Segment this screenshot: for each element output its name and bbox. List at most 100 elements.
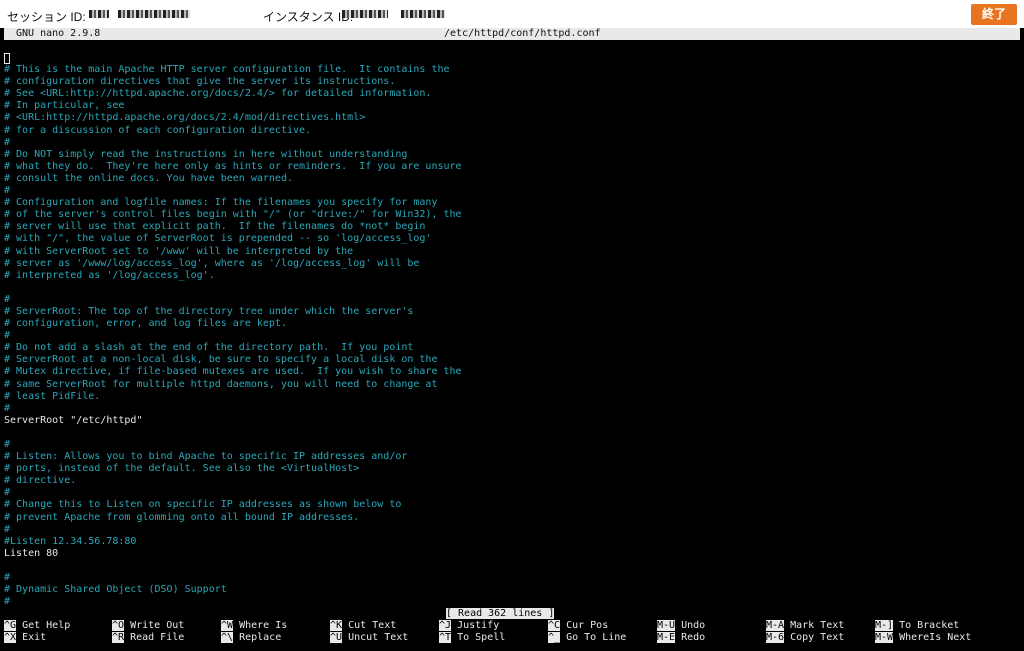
code-line: # same ServerRoot for multiple httpd dae… [4, 378, 438, 390]
code-line: # with "/", the value of ServerRoot is p… [4, 233, 432, 245]
shortcut-key: ^U [330, 632, 343, 643]
shortcut-key: ^T [439, 632, 452, 643]
shortcut-key: M-6 [766, 632, 785, 643]
editor-buffer[interactable]: # This is the main Apache HTTP server co… [4, 52, 462, 608]
shortcut-to-spell: ^T To Spell [439, 632, 505, 644]
shortcut-copy-text: M-6 Copy Text [766, 632, 844, 644]
status-message: [ Read 362 lines ] [446, 608, 555, 619]
shortcut-key: ^\ [221, 632, 234, 643]
shortcut-redo: M-E Redo [657, 632, 705, 644]
code-line: # [4, 293, 11, 305]
code-line: # configuration, error, and log files ar… [4, 318, 287, 330]
code-line: # Configuration and logfile names: If th… [4, 197, 438, 209]
shortcut-label: Replace [233, 632, 282, 643]
shortcut-key: ^C [548, 620, 561, 631]
shortcut-cut-text: ^K Cut Text [330, 620, 396, 632]
code-line: # [4, 402, 11, 414]
code-line: # ServerRoot at a non-local disk, be sur… [4, 354, 438, 366]
shortcut-key: ^K [330, 620, 343, 631]
shortcut-label: Justify [451, 620, 500, 631]
code-line: ServerRoot "/etc/httpd" [4, 414, 143, 426]
code-line: # <URL:http://httpd.apache.org/docs/2.4/… [4, 112, 366, 124]
shortcut-label: Uncut Text [342, 632, 409, 643]
shortcut-cur-pos: ^C Cur Pos [548, 620, 608, 632]
code-line: # with ServerRoot set to '/www' will be … [4, 245, 354, 257]
shortcut-label: Cut Text [342, 620, 397, 631]
code-line: # Listen: Allows you to bind Apache to s… [4, 451, 408, 463]
code-line: # This is the main Apache HTTP server co… [4, 64, 450, 76]
shortcut-whereis-next: M-W WhereIs Next [875, 632, 971, 644]
code-line: # Do NOT simply read the instructions in… [4, 148, 408, 160]
shortcut-justify: ^J Justify [439, 620, 499, 632]
shortcut-label: Undo [675, 620, 706, 631]
end-session-button[interactable]: 終了 [971, 4, 1017, 25]
shortcut-key: ^O [112, 620, 125, 631]
code-line: #Listen 12.34.56.78:80 [4, 535, 137, 547]
shortcut-key: ^W [221, 620, 234, 631]
code-line: # interpreted as '/log/access_log'. [4, 269, 215, 281]
shortcut-label: Get Help [16, 620, 71, 631]
shortcut-label: Go To Line [560, 632, 627, 643]
shortcut-mark-text: M-A Mark Text [766, 620, 844, 632]
shortcut-to-bracket: M-] To Bracket [875, 620, 959, 632]
shortcut-label: To Spell [451, 632, 506, 643]
code-line: # of the server's control files begin wi… [4, 209, 462, 221]
shortcut-key: ^_ [548, 632, 561, 643]
code-line: # what they do. They're here only as hin… [4, 160, 462, 172]
shortcut-label: Copy Text [784, 632, 845, 643]
shortcut-label: Read File [124, 632, 185, 643]
code-line: # for a discussion of each configuration… [4, 124, 312, 136]
shortcut-undo: M-U Undo [657, 620, 705, 632]
code-line: # directive. [4, 475, 77, 487]
shortcut-label: WhereIs Next [893, 632, 972, 643]
code-line: # [4, 185, 11, 197]
shortcut-label: To Bracket [893, 620, 960, 631]
shortcut-label: Mark Text [784, 620, 845, 631]
code-line: # ports, instead of the default. See als… [4, 463, 360, 475]
code-line: # Do not add a slash at the end of the d… [4, 342, 414, 354]
code-line: # consult the online docs. You have been… [4, 172, 293, 184]
shortcut-label: Write Out [124, 620, 185, 631]
shortcut-key: M-W [875, 632, 894, 643]
nano-title-bar: GNU nano 2.9.8 /etc/httpd/conf/httpd.con… [4, 28, 1020, 40]
shortcut-key: M-A [766, 620, 785, 631]
shortcut-key: ^X [4, 632, 17, 643]
code-line: # [4, 572, 11, 584]
code-line: # Dynamic Shared Object (DSO) Support [4, 584, 227, 596]
session-id-value-redacted [118, 10, 190, 18]
shortcut-key: ^J [439, 620, 452, 631]
shortcut-label: Cur Pos [560, 620, 609, 631]
instance-id-value-redacted [401, 10, 445, 18]
shortcut-label: Where Is [233, 620, 288, 631]
code-line: # [4, 487, 11, 499]
code-line: # See <URL:http://httpd.apache.org/docs/… [4, 88, 432, 100]
code-line: # server as '/www/log/access_log', where… [4, 257, 420, 269]
code-line: # [4, 523, 11, 535]
code-line: # [4, 330, 11, 342]
code-line: # In particular, see [4, 100, 125, 112]
code-line: # [4, 439, 11, 450]
file-path: /etc/httpd/conf/httpd.conf [444, 28, 601, 39]
shortcut-replace: ^\ Replace [221, 632, 281, 644]
shortcut-write-out: ^O Write Out [112, 620, 184, 632]
instance-id-label: インスタンス ID: [263, 10, 354, 24]
session-id-value-redacted [89, 10, 109, 18]
shortcut-key: ^R [112, 632, 125, 643]
code-line: # ServerRoot: The top of the directory t… [4, 305, 414, 317]
code-line: # prevent Apache from glomming onto all … [4, 511, 360, 523]
shortcut-go-to-line: ^_ Go To Line [548, 632, 626, 644]
code-line: # [4, 136, 11, 148]
code-line: # Change this to Listen on specific IP a… [4, 499, 402, 511]
session-bar: セッション ID: インスタンス ID: 終了 [0, 0, 1024, 28]
nano-version: GNU nano 2.9.8 [16, 28, 101, 39]
code-line: Listen 80 [4, 547, 59, 559]
session-id-label: セッション ID: [7, 10, 86, 24]
shortcut-get-help: ^G Get Help [4, 620, 70, 632]
code-line: # configuration directives that give the… [4, 76, 396, 88]
code-line: # Mutex directive, if file-based mutexes… [4, 366, 462, 378]
shortcut-label: Redo [675, 632, 706, 643]
shortcut-where-is: ^W Where Is [221, 620, 287, 632]
